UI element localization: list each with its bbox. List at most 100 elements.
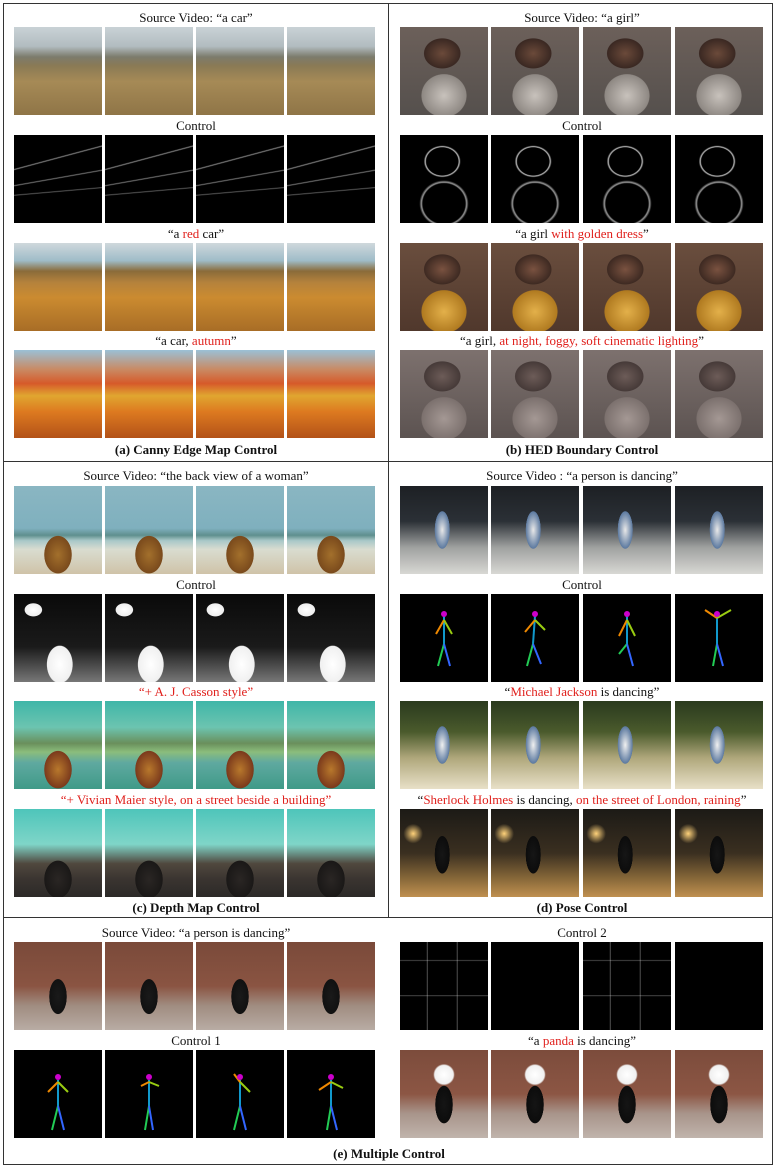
panel-d-pose-frame-1	[400, 594, 488, 682]
panel-c-control-caption: Control	[176, 577, 216, 592]
panel-e-canny-frame-4	[675, 942, 763, 1030]
panel-d-title: (d) Pose Control	[536, 900, 628, 915]
panel-a-source-caption: Source Video: “a car”	[139, 10, 253, 25]
panel-a-control-frame-2	[105, 135, 193, 223]
panel-d-prompt-2: “Sherlock Holmes is dancing, on the stre…	[417, 792, 747, 807]
panel-c-casson-frame-1	[14, 701, 102, 789]
panel-d-jackson-frame-3	[583, 701, 671, 789]
panel-d-jackson-frame-1	[400, 701, 488, 789]
panel-b-night-frame-3	[583, 350, 671, 438]
panel-d-sherlock-frame-1	[400, 809, 488, 897]
panel-e-source-frame-1	[14, 942, 102, 1030]
panel-c-maier-frame-3	[196, 809, 284, 897]
panel-d-pose-frame-4	[675, 594, 763, 682]
panel-c-source-frame-2	[105, 486, 193, 574]
panel-a-red-frame-2	[105, 243, 193, 331]
panel-e-canny-frame-3	[583, 942, 671, 1030]
panel-a-autumn-frame-3	[196, 350, 284, 438]
pose-skeleton-icon	[618, 611, 636, 667]
pose-skeleton-icon	[233, 1073, 251, 1131]
panel-c-source-frame-1	[14, 486, 102, 574]
panel-c-control-frame-4	[287, 594, 375, 682]
panel-a-red-frame-3	[196, 243, 284, 331]
panel-a-title: (a) Canny Edge Map Control	[114, 442, 278, 457]
panel-e-panda-frame-4	[675, 1050, 763, 1138]
panel-c-casson-frame-3	[196, 701, 284, 789]
panel-e-source-frame-4	[287, 942, 375, 1030]
panel-c-control-frame-3	[196, 594, 284, 682]
panel-c-source-frame-4	[287, 486, 375, 574]
panel-b-source-frame-4	[675, 27, 763, 115]
panel-e-canny-frame-2	[491, 942, 579, 1030]
panel-c-source-frame-3	[196, 486, 284, 574]
panel-a-control-caption: Control	[176, 118, 216, 133]
panel-b-source-frame-2	[491, 27, 579, 115]
panel-c-control-frame-1	[14, 594, 102, 682]
panel-d-sherlock-frame-4	[675, 809, 763, 897]
panel-c-casson-frame-4	[287, 701, 375, 789]
pose-skeleton-icon	[140, 1074, 160, 1131]
panel-d-pose-frame-2	[491, 594, 579, 682]
panel-d-jackson-frame-2	[491, 701, 579, 789]
panel-e-source-frame-3	[196, 942, 284, 1030]
divider-row2	[4, 917, 772, 918]
pose-skeleton-icon	[435, 611, 453, 667]
panel-a-autumn-frame-2	[105, 350, 193, 438]
panel-a-source-frame-2	[105, 27, 193, 115]
panel-a-source-frame-4	[287, 27, 375, 115]
panel-a-prompt-1: “a red car”	[167, 226, 225, 241]
panel-e-title: (e) Multiple Control	[333, 1146, 445, 1161]
panel-a-control-frame-1	[14, 135, 102, 223]
panel-e-panda-frame-2	[491, 1050, 579, 1138]
pose-skeleton-icon	[704, 609, 732, 667]
panel-c-prompt-2: “+ Vivian Maier style, on a street besid…	[60, 792, 332, 807]
panel-d-prompt-1: “Michael Jackson is dancing”	[504, 684, 660, 699]
panel-e-canny-frame-1	[400, 942, 488, 1030]
panel-b-control-frame-2	[491, 135, 579, 223]
panel-a-autumn-frame-4	[287, 350, 375, 438]
panel-d-source-frame-3	[583, 486, 671, 574]
panel-c-maier-frame-4	[287, 809, 375, 897]
panel-d-sherlock-frame-2	[491, 809, 579, 897]
panel-a-source-frame-1	[14, 27, 102, 115]
panel-e-pose-frame-1	[14, 1050, 102, 1138]
panel-b-control-frame-4	[675, 135, 763, 223]
panel-b-control-caption: Control	[562, 118, 602, 133]
panel-b-gold-frame-3	[583, 243, 671, 331]
panel-d-source-frame-4	[675, 486, 763, 574]
panel-d-source-caption: Source Video : “a person is dancing”	[486, 468, 678, 483]
panel-d-source-frame-2	[491, 486, 579, 574]
panel-c-maier-frame-1	[14, 809, 102, 897]
panel-c-maier-frame-2	[105, 809, 193, 897]
panel-d-pose-frame-3	[583, 594, 671, 682]
panel-e-control2-caption: Control 2	[557, 925, 607, 940]
panel-e-source-caption: Source Video: “a person is dancing”	[101, 925, 291, 940]
panel-e-pose-frame-3	[196, 1050, 284, 1138]
panel-e-prompt: “a panda is dancing”	[528, 1033, 636, 1048]
panel-b-prompt-1: “a girl with golden dress”	[515, 226, 649, 241]
panel-b-source-caption: Source Video: “a girl”	[524, 10, 640, 25]
panel-e-source-frame-2	[105, 942, 193, 1030]
panel-e-panda-frame-3	[583, 1050, 671, 1138]
pose-skeleton-icon	[318, 1074, 344, 1131]
panel-a-autumn-frame-1	[14, 350, 102, 438]
pose-skeleton-icon	[524, 611, 546, 667]
panel-b-night-frame-4	[675, 350, 763, 438]
panel-b-control-frame-1	[400, 135, 488, 223]
panel-c-control-frame-2	[105, 594, 193, 682]
panel-c-source-caption: Source Video: “the back view of a woman”	[83, 468, 309, 483]
panel-e-pose-frame-4	[287, 1050, 375, 1138]
panel-a-control-frame-4	[287, 135, 375, 223]
panel-b-control-frame-3	[583, 135, 671, 223]
panel-c-prompt-1: “+ A. J. Casson style”	[138, 684, 254, 699]
panel-e-panda-frame-1	[400, 1050, 488, 1138]
panel-d-jackson-frame-4	[675, 701, 763, 789]
panel-b-night-frame-2	[491, 350, 579, 438]
panel-a-prompt-2: “a car, autumn”	[155, 333, 237, 348]
panel-e-pose-frame-2	[105, 1050, 193, 1138]
divider-row1	[4, 461, 772, 462]
panel-b-night-frame-1	[400, 350, 488, 438]
panel-c-title: (c) Depth Map Control	[132, 900, 260, 915]
panel-b-source-frame-3	[583, 27, 671, 115]
panel-d-control-caption: Control	[562, 577, 602, 592]
